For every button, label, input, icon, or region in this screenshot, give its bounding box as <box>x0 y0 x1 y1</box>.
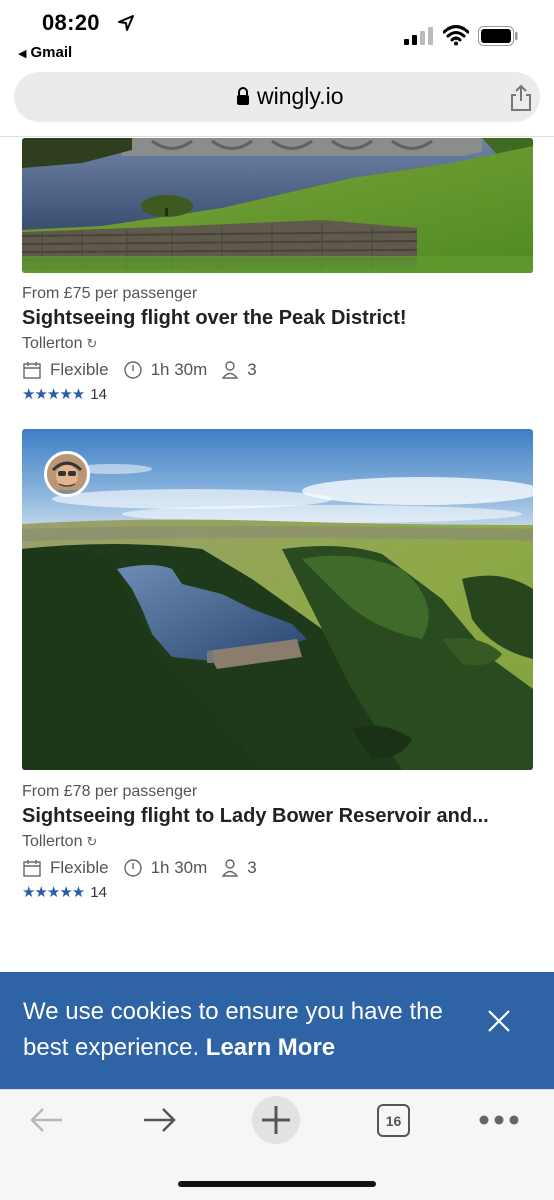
new-tab-plus-icon[interactable] <box>251 1095 301 1145</box>
forward-arrow-icon[interactable] <box>142 1104 178 1136</box>
refresh-icon: ↻ <box>86 834 98 849</box>
seats-value: 3 <box>247 360 257 379</box>
location-arrow-icon <box>118 15 134 31</box>
wifi-icon <box>443 25 469 46</box>
duration-value: 1h 30m <box>150 360 208 379</box>
star-rating-icon: ★★★★★ <box>22 884 85 901</box>
tabs-count-button[interactable]: 16 <box>377 1104 410 1137</box>
url-text: wingly.io <box>257 83 344 109</box>
cellular-signal-icon <box>404 27 433 45</box>
more-menu-icon[interactable] <box>478 1114 520 1126</box>
clock-icon <box>123 859 142 877</box>
review-count: 14 <box>90 385 107 403</box>
listing-meta: Flexible 1h 30m 3 <box>22 359 271 381</box>
url-divider <box>0 136 554 137</box>
date-value: Flexible <box>50 858 109 877</box>
person-icon <box>221 361 239 379</box>
back-triangle-icon: ◀ <box>18 48 27 60</box>
listing-title[interactable]: Sightseeing flight over the Peak Distric… <box>22 307 522 330</box>
cookie-banner: We use cookies to ensure you have the be… <box>0 972 554 1089</box>
listing-rating: ★★★★★ 14 <box>22 385 107 404</box>
close-icon[interactable] <box>486 1008 512 1034</box>
listing-location: Tollerton ↻ <box>22 833 97 851</box>
pilot-avatar[interactable] <box>44 451 90 497</box>
status-bar: 08:20 ◀ Gmail <box>0 0 554 66</box>
listing-meta: Flexible 1h 30m 3 <box>22 857 271 879</box>
listing-price: From £75 per passenger <box>22 285 198 302</box>
calendar-icon <box>23 362 41 379</box>
refresh-icon: ↻ <box>86 336 98 351</box>
listing-location: Tollerton ↻ <box>22 335 97 353</box>
listing-image-1[interactable] <box>22 138 533 273</box>
status-time: 08:20 <box>42 10 100 35</box>
clock-icon <box>123 361 142 379</box>
listing-rating: ★★★★★ 14 <box>22 883 107 902</box>
battery-icon <box>478 26 518 46</box>
date-value: Flexible <box>50 360 109 379</box>
location-label: Tollerton <box>22 335 83 352</box>
location-label: Tollerton <box>22 833 83 850</box>
tab-count: 16 <box>385 1112 402 1129</box>
address-bar[interactable]: wingly.io <box>14 72 540 122</box>
cookie-message: We use cookies to ensure you have the be… <box>23 994 473 1066</box>
seats-value: 3 <box>247 858 257 877</box>
star-rating-icon: ★★★★★ <box>22 386 85 403</box>
learn-more-link[interactable]: Learn More <box>206 1034 335 1061</box>
back-arrow-icon[interactable] <box>28 1104 64 1136</box>
listing-title[interactable]: Sightseeing flight to Lady Bower Reservo… <box>22 805 522 828</box>
back-to-app-link[interactable]: ◀ Gmail <box>18 44 72 61</box>
review-count: 14 <box>90 883 107 901</box>
lock-icon <box>237 87 249 105</box>
back-app-label: Gmail <box>30 44 73 61</box>
calendar-icon <box>23 860 41 877</box>
listing-image-2[interactable] <box>22 429 533 770</box>
listing-price: From £78 per passenger <box>22 783 198 800</box>
person-icon <box>221 859 239 877</box>
share-icon[interactable] <box>508 84 534 112</box>
duration-value: 1h 30m <box>150 858 208 877</box>
home-indicator[interactable] <box>178 1181 376 1187</box>
